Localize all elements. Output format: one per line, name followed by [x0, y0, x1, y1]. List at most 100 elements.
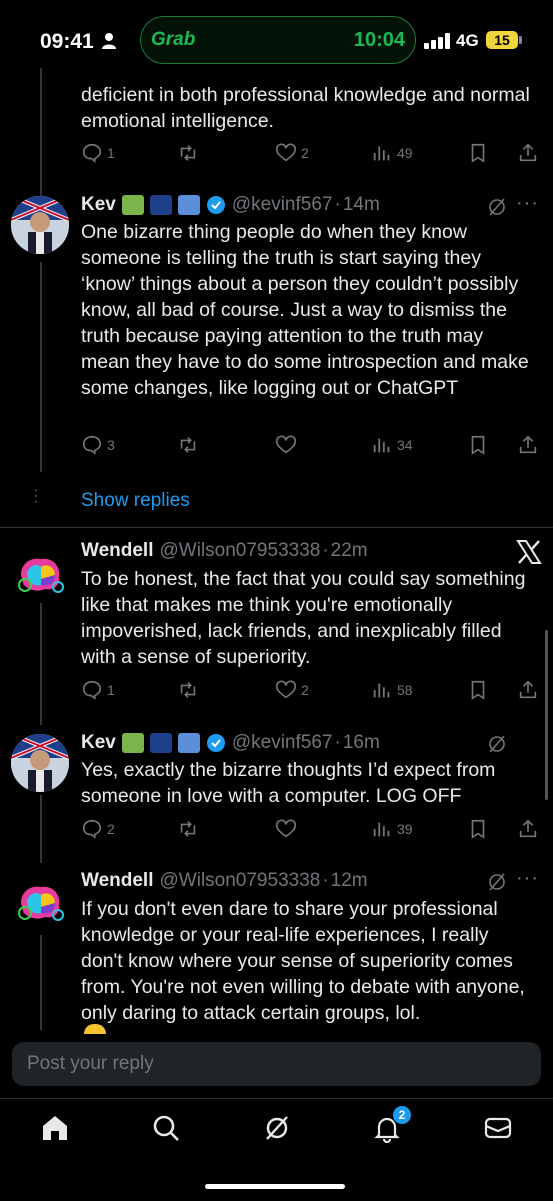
clock: 09:41 — [40, 30, 94, 53]
home-indicator — [205, 1184, 345, 1189]
views-icon — [373, 146, 390, 161]
retweet-icon — [180, 682, 196, 698]
views-button[interactable]: 49 — [371, 142, 413, 164]
handle[interactable]: @Wilson07953338 — [160, 870, 321, 892]
retweet-button[interactable] — [177, 142, 203, 164]
reply-icon — [82, 680, 102, 700]
views-button[interactable]: 39 — [371, 818, 413, 840]
retweet-button[interactable] — [177, 434, 203, 456]
share-button[interactable] — [517, 679, 543, 701]
home-icon[interactable] — [40, 1113, 70, 1143]
reply-button[interactable]: 2 — [81, 818, 115, 840]
separator-dot: · — [322, 870, 329, 891]
pill-time: 10:04 — [353, 29, 405, 51]
reply-button[interactable]: 1 — [81, 679, 115, 701]
uk-flag-icon — [149, 733, 172, 753]
tweet-text: deficient in both professional knowledge… — [81, 84, 530, 132]
bookmark-button[interactable] — [467, 142, 493, 164]
reply-icon — [82, 143, 102, 163]
share-icon — [519, 819, 537, 838]
signal-icon — [424, 33, 450, 49]
live-activity-pill[interactable]: Grab 10:04 — [140, 16, 416, 64]
share-button[interactable] — [517, 434, 543, 456]
search-icon[interactable] — [151, 1113, 181, 1143]
like-button[interactable]: 2 — [275, 142, 309, 164]
retweet-button[interactable] — [177, 818, 203, 840]
views-button[interactable]: 58 — [371, 679, 413, 701]
avatar[interactable] — [11, 545, 69, 603]
avatar[interactable] — [11, 734, 69, 792]
bookmark-icon — [471, 143, 485, 163]
reply-button[interactable]: 3 — [81, 434, 115, 456]
tweet-header: Kev @kevinf567 · 14m — [81, 194, 380, 216]
arrow-emoji-icon — [177, 195, 200, 215]
tweet-header: Wendell @Wilson07953338 · 22m — [81, 540, 368, 562]
reply-button[interactable]: 1 — [81, 142, 115, 164]
more-options-icon[interactable]: ··· — [516, 192, 539, 215]
bookmark-icon — [471, 435, 485, 455]
bookmark-icon — [471, 680, 485, 700]
thread-line — [40, 935, 42, 1030]
timestamp[interactable]: 22m — [331, 540, 368, 562]
share-icon — [519, 680, 537, 699]
reply-icon — [82, 435, 102, 455]
heart-icon — [276, 435, 296, 454]
tweet-text: One bizarre thing people do when they kn… — [81, 221, 529, 399]
tweet-actions: 1 2 49 — [81, 142, 541, 166]
show-replies-link[interactable]: Show replies — [81, 490, 190, 512]
display-name[interactable]: Wendell — [81, 870, 154, 892]
handle[interactable]: @kevinf567 — [232, 194, 333, 216]
tweet-header: Kev @kevinf567 · 16m — [81, 732, 380, 754]
separator-dot: · — [334, 194, 341, 215]
bookmark-icon — [471, 819, 485, 839]
thread-line — [40, 600, 42, 725]
tweet-actions: 2 39 — [81, 818, 541, 842]
display-name[interactable]: Kev — [81, 732, 116, 754]
mail-icon[interactable] — [483, 1113, 513, 1143]
grok-icon[interactable] — [486, 196, 508, 218]
timestamp[interactable]: 16m — [343, 732, 380, 754]
retweet-icon — [180, 821, 196, 837]
tweet-actions: 1 2 58 — [81, 679, 541, 703]
grok-icon[interactable] — [486, 733, 508, 755]
like-button[interactable]: 2 — [275, 679, 309, 701]
divider — [0, 527, 553, 528]
tweet-text: If you don't even dare to share your pro… — [81, 898, 525, 1024]
uk-flag-icon — [149, 195, 172, 215]
grok-icon[interactable] — [486, 871, 508, 893]
retweet-button[interactable] — [177, 679, 203, 701]
person-icon — [102, 33, 116, 49]
x-logo-icon — [516, 540, 542, 564]
tweet-text: To be honest, the fact that you could sa… — [81, 568, 526, 668]
tweet-header: Wendell @Wilson07953338 · 12m — [81, 870, 368, 892]
avatar[interactable] — [11, 196, 69, 254]
bookmark-button[interactable] — [467, 679, 493, 701]
timestamp[interactable]: 14m — [343, 194, 380, 216]
like-button[interactable] — [275, 434, 301, 456]
share-icon — [519, 143, 537, 162]
bookmark-button[interactable] — [467, 818, 493, 840]
thread-line — [40, 795, 42, 863]
like-button[interactable] — [275, 818, 301, 840]
share-button[interactable] — [517, 818, 543, 840]
share-button[interactable] — [517, 142, 543, 164]
reply-input[interactable]: Post your reply — [12, 1042, 541, 1086]
views-icon — [373, 822, 390, 837]
avatar[interactable] — [11, 873, 69, 931]
views-button[interactable]: 34 — [371, 434, 413, 456]
more-options-icon[interactable]: ··· — [516, 867, 539, 890]
scrollbar[interactable] — [545, 630, 548, 800]
display-name[interactable]: Kev — [81, 194, 116, 216]
display-name[interactable]: Wendell — [81, 540, 154, 562]
status-bar: 09:41 Grab 10:04 4G 15 — [0, 0, 553, 80]
bookmark-button[interactable] — [467, 434, 493, 456]
grok-icon[interactable] — [262, 1113, 292, 1143]
heart-icon — [276, 819, 296, 838]
timestamp[interactable]: 12m — [331, 870, 368, 892]
notification-badge: 2 — [393, 1106, 411, 1124]
handle[interactable]: @kevinf567 — [232, 732, 333, 754]
handle[interactable]: @Wilson07953338 — [160, 540, 321, 562]
grab-logo: Grab — [151, 29, 196, 50]
house-emoji-icon — [121, 733, 144, 753]
tweet-actions: 3 34 — [81, 434, 541, 458]
